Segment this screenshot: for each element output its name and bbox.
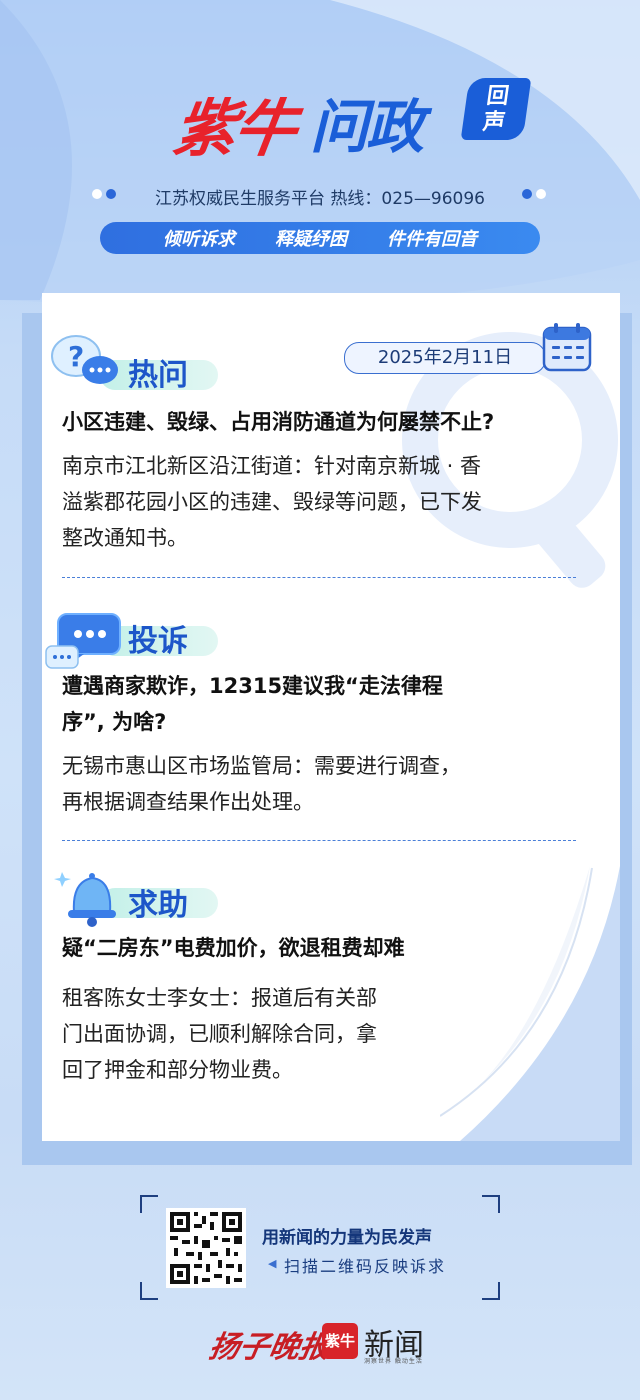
decor-dots-right	[522, 189, 546, 199]
qr-caption-subtitle: 扫描二维码反映诉求	[284, 1257, 447, 1276]
calendar-icon	[542, 323, 592, 372]
svg-text:?: ?	[68, 340, 84, 373]
logo-badge: 回声	[460, 78, 532, 140]
complaint-question: 遭遇商家欺诈，12315建议我“走法律程 序”, 为啥?	[62, 668, 592, 740]
answer-line: 门出面协调，已顺利解除合同，拿	[62, 1022, 377, 1046]
answer-line: 溢紫郡花园小区的违建、毁绿等问题，已下发	[62, 490, 482, 514]
slogan-1: 倾听诉求	[163, 229, 235, 250]
question-bubble-icon: ?	[51, 335, 118, 384]
question-line: 序”, 为啥?	[62, 710, 167, 734]
slogan-2: 释疑纾困	[275, 229, 347, 250]
section-divider	[62, 577, 576, 578]
answer-line: 整改通知书。	[62, 526, 188, 550]
answer-line: 再根据调查结果作出处理。	[62, 790, 314, 814]
answer-line: 无锡市惠山区市场监管局：需要进行调查，	[62, 754, 461, 778]
section-title-help: 求助	[128, 888, 188, 923]
arrow-left-icon: ◀	[268, 1257, 277, 1270]
answer-line: 回了押金和部分物业费。	[62, 1058, 293, 1082]
logo-red-text: 紫牛	[169, 92, 300, 165]
answer-line: 租客陈女士李女士：报道后有关部	[62, 986, 377, 1010]
complaint-answer: 无锡市惠山区市场监管局：需要进行调查， 再根据调查结果作出处理。	[62, 748, 461, 820]
slogan-3: 件件有回音	[387, 229, 477, 250]
slogan-bar: 倾听诉求 释疑纾困 件件有回音	[100, 222, 540, 254]
answer-line: 南京市江北新区沿江街道：针对南京新城 · 香	[62, 454, 482, 478]
chat-bubble-icon	[45, 613, 121, 669]
logo-blue-text: 问政	[310, 93, 424, 161]
section-divider	[62, 840, 576, 841]
logo-badge-text: 回声	[481, 84, 511, 135]
brand-badge-logo: 紫牛	[322, 1323, 358, 1359]
question-line: 遭遇商家欺诈，12315建议我“走法律程	[62, 674, 443, 698]
section-title-hot: 热问	[128, 358, 188, 393]
app-logo: 紫牛 问政 回声	[169, 70, 535, 170]
hot-answer: 南京市江北新区沿江街道：针对南京新城 · 香 溢紫郡花园小区的违建、毁绿等问题，…	[62, 448, 482, 556]
brand-slogan: 洞察世界 触动生活	[364, 1358, 423, 1365]
bell-icon	[54, 872, 116, 927]
brand-newspaper-logo: 扬子晚报	[206, 1330, 333, 1365]
section-title-complaint: 投诉	[128, 624, 188, 659]
brand-footer: 扬子晚报 紫牛 新闻 洞察世界 触动生活	[0, 1318, 640, 1368]
help-question: 疑“二房东”电费加价，欲退租费却难	[62, 936, 405, 960]
qr-caption-title: 用新闻的力量为民发声	[262, 1228, 432, 1248]
help-answer: 租客陈女士李女士：报道后有关部 门出面协调，已顺利解除合同，拿 回了押金和部分物…	[62, 980, 377, 1088]
date-label: 2025年2月11日	[344, 342, 546, 374]
page-curl	[440, 866, 620, 1141]
qr-code[interactable]	[166, 1208, 246, 1288]
hot-question: 小区违建、毁绿、占用消防通道为何屡禁不止?	[62, 410, 495, 434]
